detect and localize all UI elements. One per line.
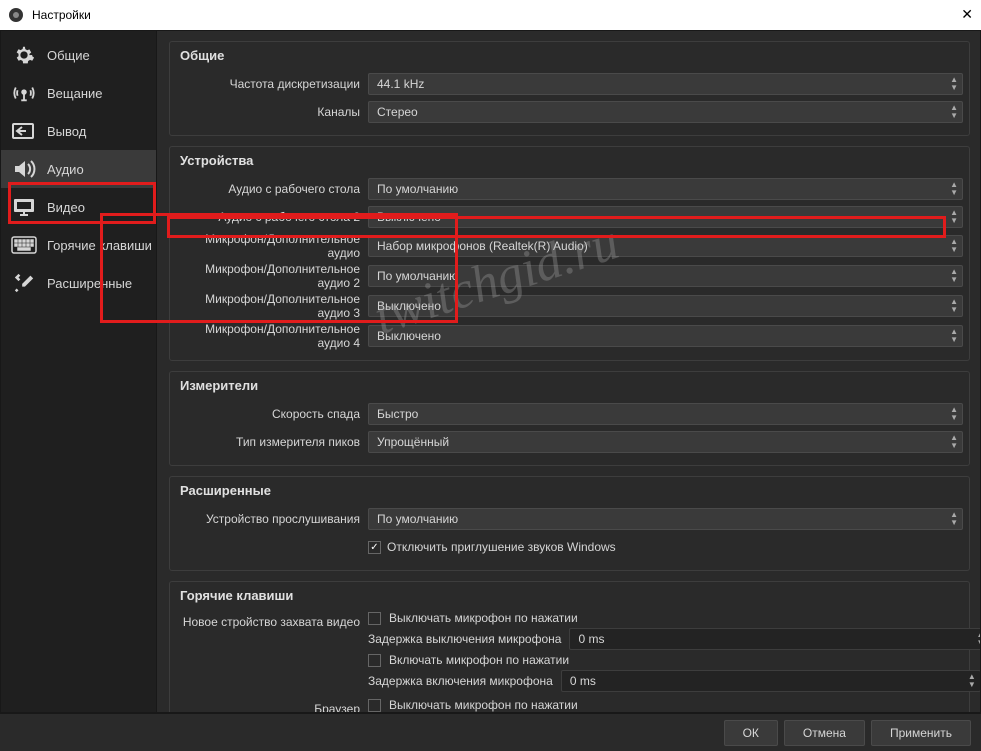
- speaker-icon: [11, 158, 37, 180]
- hotkey-section-label: Браузер: [176, 698, 368, 712]
- sidebar-item-label: Аудио: [47, 162, 84, 177]
- checkbox-icon: [368, 541, 381, 554]
- tools-icon: [11, 272, 37, 294]
- group-hotkeys: Горячие клавиши Новое стройство захвата …: [169, 581, 970, 712]
- group-advanced: Расширенные Устройство прослушиванияПо у…: [169, 476, 970, 571]
- spinner-icon: ▲▼: [950, 434, 958, 450]
- window-title: Настройки: [32, 8, 91, 22]
- footer: ОК Отмена Применить: [0, 713, 981, 751]
- spinner-icon: ▲▼: [950, 406, 958, 422]
- spinner-icon: ▲▼: [950, 268, 958, 284]
- sidebar-item-label: Видео: [47, 200, 85, 215]
- monitor-icon: [11, 196, 37, 218]
- checkbox-browser-mute[interactable]: Выключать микрофон по нажатии: [368, 698, 963, 712]
- row-sample-rate: Частота дискретизации 44.1 kHz▲▼: [176, 71, 963, 97]
- label-sample-rate: Частота дискретизации: [176, 77, 368, 91]
- label-mic1: Микрофон/Дополнительное аудио: [176, 232, 368, 260]
- app-icon: [8, 7, 24, 23]
- group-meters: Измерители Скорость спадаБыстро▲▼ Тип из…: [169, 371, 970, 466]
- combo-peaktype[interactable]: Упрощённый▲▼: [368, 431, 963, 453]
- label-decay: Скорость спада: [176, 407, 368, 421]
- sidebar-item-output[interactable]: Вывод: [1, 112, 156, 150]
- combo-mic3[interactable]: Выключено▲▼: [368, 295, 963, 317]
- combo-mic1[interactable]: Набор микрофонов (Realtek(R) Audio)▲▼: [368, 235, 963, 257]
- sidebar-item-stream[interactable]: Вещание: [1, 74, 156, 112]
- checkbox-unmute-push[interactable]: Включать микрофон по нажатии: [368, 653, 963, 667]
- spinner-icon: ▲▼: [968, 673, 976, 689]
- spinner-icon: ▲▼: [950, 298, 958, 314]
- sidebar-item-label: Общие: [47, 48, 90, 63]
- combo-mic4[interactable]: Выключено▲▼: [368, 325, 963, 347]
- close-icon[interactable]: ✕: [961, 6, 973, 23]
- row-channels: Каналы Стерео▲▼: [176, 99, 963, 125]
- combo-monitor[interactable]: По умолчанию▲▼: [368, 508, 963, 530]
- spinner-icon: ▲▼: [950, 104, 958, 120]
- broadcast-icon: [11, 82, 37, 104]
- group-title: Расширенные: [170, 477, 969, 506]
- combo-mic2[interactable]: По умолчанию▲▼: [368, 265, 963, 287]
- group-title: Измерители: [170, 372, 969, 401]
- spinner-icon: ▲▼: [950, 238, 958, 254]
- spinner-icon: ▲▼: [950, 209, 958, 225]
- label-peaktype: Тип измерителя пиков: [176, 435, 368, 449]
- group-title: Горячие клавиши: [170, 582, 969, 611]
- label-mic3: Микрофон/Дополнительное аудио 3: [176, 292, 368, 320]
- label-monitor: Устройство прослушивания: [176, 512, 368, 526]
- combo-decay[interactable]: Быстро▲▼: [368, 403, 963, 425]
- checkbox-icon: [368, 612, 381, 625]
- label-mute-delay: Задержка выключения микрофона: [368, 632, 561, 646]
- gear-icon: [11, 44, 37, 66]
- ok-button[interactable]: ОК: [724, 720, 778, 746]
- spinner-icon: ▲▼: [950, 181, 958, 197]
- combo-sample-rate[interactable]: 44.1 kHz▲▼: [368, 73, 963, 95]
- output-icon: [11, 120, 37, 142]
- label-desktop1: Аудио с рабочего стола: [176, 182, 368, 196]
- label-channels: Каналы: [176, 105, 368, 119]
- checkbox-mute-push[interactable]: Выключать микрофон по нажатии: [368, 611, 963, 625]
- sidebar-item-video[interactable]: Видео: [1, 188, 156, 226]
- hotkey-section-label: Новое стройство захвата видео: [176, 611, 368, 629]
- group-title: Общие: [170, 42, 969, 71]
- input-unmute-delay[interactable]: 0 ms▲▼: [561, 670, 980, 692]
- label-desktop2: Аудио с рабочего стола 2: [176, 210, 368, 224]
- combo-desktop1[interactable]: По умолчанию▲▼: [368, 178, 963, 200]
- combo-channels[interactable]: Стерео▲▼: [368, 101, 963, 123]
- content-area: Общие Частота дискретизации 44.1 kHz▲▼ К…: [157, 31, 980, 712]
- checkbox-icon: [368, 654, 381, 667]
- checkbox-ducking[interactable]: Отключить приглушение звуков Windows: [368, 540, 963, 554]
- input-mute-delay[interactable]: 0 ms▲▼: [569, 628, 980, 650]
- sidebar-item-label: Вывод: [47, 124, 86, 139]
- sidebar-item-label: Горячие клавиши: [47, 238, 152, 253]
- label-mic4: Микрофон/Дополнительное аудио 4: [176, 322, 368, 350]
- combo-desktop2[interactable]: Выключено▲▼: [368, 206, 963, 228]
- spinner-icon: ▲▼: [950, 76, 958, 92]
- title-bar: Настройки ✕: [0, 0, 981, 30]
- sidebar-item-label: Расширенные: [47, 276, 132, 291]
- sidebar-item-hotkeys[interactable]: Горячие клавиши: [1, 226, 156, 264]
- spinner-icon: ▲▼: [950, 511, 958, 527]
- label-mic2: Микрофон/Дополнительное аудио 2: [176, 262, 368, 290]
- label-unmute-delay: Задержка включения микрофона: [368, 674, 553, 688]
- sidebar: Общие Вещание Вывод Аудио Видео: [1, 31, 157, 712]
- checkbox-label: Отключить приглушение звуков Windows: [387, 540, 616, 554]
- keyboard-icon: [11, 234, 37, 256]
- cancel-button[interactable]: Отмена: [784, 720, 865, 746]
- sidebar-item-label: Вещание: [47, 86, 103, 101]
- spinner-icon: ▲▼: [950, 328, 958, 344]
- sidebar-item-general[interactable]: Общие: [1, 36, 156, 74]
- checkbox-icon: [368, 699, 381, 712]
- apply-button[interactable]: Применить: [871, 720, 971, 746]
- group-general: Общие Частота дискретизации 44.1 kHz▲▼ К…: [169, 41, 970, 136]
- spinner-icon: ▲▼: [977, 631, 980, 647]
- sidebar-item-advanced[interactable]: Расширенные: [1, 264, 156, 302]
- sidebar-item-audio[interactable]: Аудио: [1, 150, 156, 188]
- group-title: Устройства: [170, 147, 969, 176]
- group-devices: Устройства Аудио с рабочего столаПо умол…: [169, 146, 970, 361]
- window-body: Общие Вещание Вывод Аудио Видео: [0, 30, 981, 713]
